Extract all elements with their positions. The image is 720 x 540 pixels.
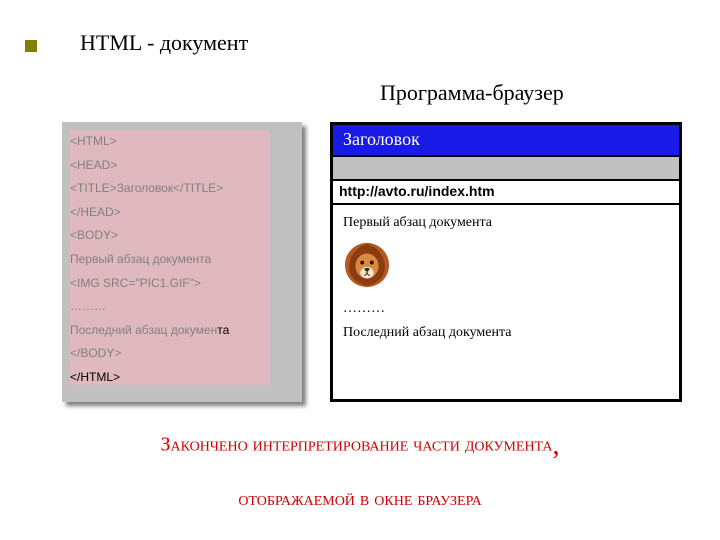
code-line: </HTML> [70, 368, 294, 387]
content-paragraph: Первый абзац документа [343, 213, 669, 233]
code-line: ……… [70, 297, 294, 316]
code-text: та [217, 323, 229, 337]
caption-comma: , [553, 430, 560, 461]
code-line: <BODY> [70, 226, 294, 245]
code-line: Последний абзац документа [70, 321, 294, 340]
browser-address-bar[interactable]: http://avto.ru/index.htm [333, 181, 679, 205]
heading-html-document: HTML - документ [80, 30, 248, 56]
code-line: <HTML> [70, 132, 294, 151]
code-line: <HEAD> [70, 156, 294, 175]
code-text: Последний абзац докумен [70, 323, 217, 337]
caption-line-1: Закончено интерпретирование части докуме… [0, 430, 720, 462]
lion-image-icon [343, 241, 391, 289]
browser-toolbar [333, 155, 679, 181]
code-line: <TITLE>Заголовок</TITLE> [70, 179, 294, 198]
content-dots: ……… [343, 299, 669, 319]
browser-window: Заголовок http://avto.ru/index.htm Первы… [330, 122, 682, 402]
code-tag: <TITLE> [70, 181, 117, 195]
content-paragraph: Последний абзац документа [343, 323, 669, 343]
code-line: </BODY> [70, 344, 294, 363]
browser-content-area: Первый абзац документа ……… Последний абз… [333, 205, 679, 354]
code-line: </HEAD> [70, 203, 294, 222]
code-text: Заголовок [117, 181, 173, 195]
caption-text: Закончено интерпретирование части докуме… [160, 434, 552, 456]
code-tag: </TITLE> [173, 181, 223, 195]
bullet-icon [25, 40, 37, 52]
code-line: Первый абзац документа [70, 250, 294, 269]
caption-line-2: отображаемой в окне браузера [0, 488, 720, 511]
heading-browser-program: Программа-браузер [380, 80, 564, 106]
code-line: <IMG SRC="PIC1.GIF"> [70, 274, 294, 293]
browser-title-bar: Заголовок [333, 125, 679, 155]
html-source-panel: <HTML> <HEAD> <TITLE>Заголовок</TITLE> <… [62, 122, 302, 402]
